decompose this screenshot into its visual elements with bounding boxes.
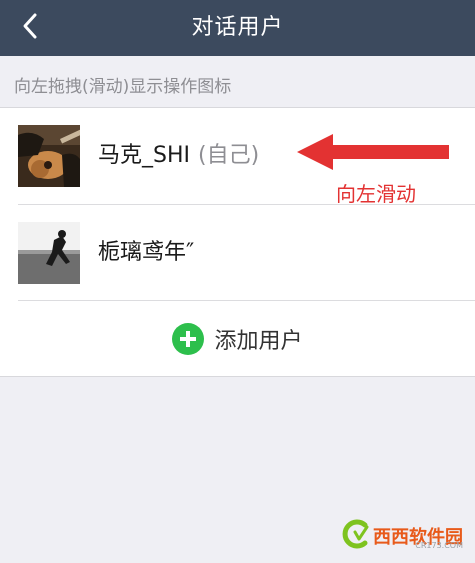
swipe-left-annotation: 向左滑动 [336,182,416,206]
navbar: 对话用户 [0,0,475,56]
add-user-button[interactable]: 添加用户 [0,301,475,376]
swipe-hint-text: 向左拖拽(滑动)显示操作图标 [14,77,232,97]
avatar [18,222,80,284]
watermark-logo: 西西软件园 CR173.COM [341,519,463,553]
logo-icon [341,519,371,553]
swipe-left-arrow-icon [297,134,449,170]
self-tag: (自己) [198,143,260,168]
user-row-contact[interactable]: 栀璃鸢年″ [0,205,475,301]
plus-circle-icon [172,322,205,355]
user-row-self[interactable]: 马克_SHI (自己) 向左滑动 [0,108,475,206]
user-list: 马克_SHI (自己) 向左滑动 栀璃鸢年″ 添加用户 [0,107,475,377]
add-user-label: 添加用户 [214,328,303,354]
user-name-label: 栀璃鸢年″ [98,205,194,301]
avatar [18,125,80,187]
user-name: 马克_SHI [98,143,190,168]
user-name-label: 马克_SHI (自己) [98,108,259,204]
watermark-subtext: CR173.COM [415,541,463,550]
page-title: 对话用户 [191,15,284,40]
user-name: 栀璃鸢年″ [98,240,195,265]
